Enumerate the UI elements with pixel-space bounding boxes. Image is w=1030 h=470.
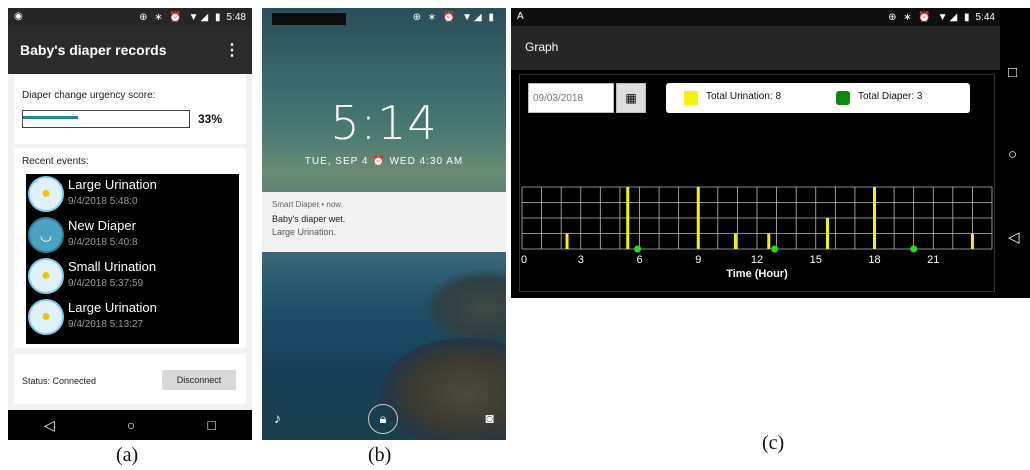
event-title: New Diaper [68, 218, 136, 233]
phone-c-graph-screen: A ⊕ ∗ ⏰ ▼◢ ▮ 5:44 Graph 09/03/2018 ▦ Tot… [511, 8, 1030, 298]
side-nav-bar: □ ○ ◁ [1000, 8, 1030, 298]
lock-date: TUE, SEP 4 ⏰ WED 4:30 AM [304, 156, 464, 167]
event-title: Large Urination [68, 177, 157, 192]
event-time: 9/4/2018 5:37:59 [68, 278, 144, 289]
urination-icon: ● [28, 299, 64, 335]
x-tick-label: 18 [868, 254, 880, 266]
recent-events-label: Recent events: [22, 156, 89, 167]
status-icons: ⊕ ∗ ⏰ ▼◢ ▮ [888, 11, 972, 23]
diaper-legend-label: Total Diaper: 3 [858, 91, 923, 102]
status-icons: ⊕ ∗ ⏰ ▼◢ ▮ [139, 11, 223, 23]
app-bar: Baby's diaper records ⋮ [8, 26, 252, 74]
caption-c: (c) [762, 432, 785, 454]
event-time: 9/4/2018 5:13:27 [68, 319, 144, 330]
screen-title: Graph [525, 40, 559, 54]
mic-icon[interactable]: ♪ [274, 410, 281, 426]
urination-bar [565, 233, 569, 249]
wallpaper-island [422, 268, 506, 348]
app-title: Baby's diaper records [20, 42, 167, 58]
urgency-progress-bar [22, 110, 190, 128]
urination-icon: ● [28, 258, 64, 294]
legend: Total Urination: 8 Total Diaper: 3 [666, 83, 970, 113]
urination-bar [733, 233, 737, 249]
x-tick-label: 15 [810, 254, 822, 266]
urination-bar [626, 187, 630, 249]
x-tick-label: 3 [578, 254, 584, 266]
diaper-point [771, 245, 779, 253]
app-bar: Graph [511, 26, 1001, 70]
phone-b-lockscreen: ⊕ ∗ ⏰ ▼◢ ▮ 5:14 TUE, SEP 4 ⏰ WED 4:30 AM… [262, 8, 506, 440]
urination-bar [970, 233, 974, 249]
urgency-card: Diaper change urgency score: 33% [14, 74, 246, 144]
back-icon[interactable]: ◁ [44, 417, 55, 434]
status-bar: ⊕ ∗ ⏰ ▼◢ ▮ [262, 8, 506, 26]
list-item[interactable]: ● Small Urination 9/4/2018 5:37:59 [28, 256, 238, 296]
phone-a-screen: ◉ ⊕ ∗ ⏰ ▼◢ ▮ 5:48 Baby's diaper records … [8, 8, 252, 440]
status-bar: ◉ ⊕ ∗ ⏰ ▼◢ ▮ 5:48 [8, 8, 252, 26]
x-tick-label: 6 [636, 254, 642, 266]
diaper-icon: ◡ [28, 217, 64, 253]
x-axis-label: Time (Hour) [726, 268, 788, 280]
lock-bottom-bar: ♪ 🔒︎ ◙ [262, 404, 506, 434]
list-item[interactable]: ◡ New Diaper 9/4/2018 5:40:8 [28, 215, 238, 255]
event-time: 9/4/2018 5:48:0 [68, 196, 138, 207]
caption-b: (b) [368, 444, 392, 466]
x-tick-label: 21 [927, 254, 939, 266]
status-bar: A ⊕ ∗ ⏰ ▼◢ ▮ 5:44 [511, 8, 1001, 26]
graph-panel: 09/03/2018 ▦ Total Urination: 8 Total Di… [519, 74, 995, 292]
nav-bar: ◁ ○ □ [8, 410, 252, 440]
recent-apps-icon[interactable]: □ [207, 417, 215, 433]
urination-bar [696, 187, 700, 249]
notification-icon: ◉ [14, 11, 23, 22]
urgency-progress-fill [23, 116, 78, 119]
connection-status: Status: Connected [22, 376, 97, 386]
list-item[interactable]: ● Large Urination 9/4/2018 5:13:27 [28, 297, 238, 337]
lock-icon[interactable]: 🔒︎ [368, 404, 398, 434]
camera-icon[interactable]: ◙ [486, 410, 494, 426]
diaper-point [634, 245, 642, 253]
events-list[interactable]: ● Large Urination 9/4/2018 5:48:0 ◡ New … [26, 174, 239, 344]
hourly-chart: 0 3 6 9 12 15 18 21 Time (Hour) [521, 186, 993, 280]
back-icon[interactable]: ◁ [1008, 228, 1020, 246]
x-tick-label: 9 [695, 254, 701, 266]
urination-legend-swatch [684, 91, 698, 105]
event-title: Large Urination [68, 300, 157, 315]
notification-title: Baby's diaper wet. [272, 214, 346, 224]
status-time: 5:48 [226, 11, 246, 23]
x-tick-label: 0 [521, 254, 527, 266]
diaper-point [910, 245, 918, 253]
urination-bar [873, 187, 876, 249]
list-item[interactable]: ● Large Urination 9/4/2018 5:48:0 [28, 174, 238, 214]
notification-card[interactable]: Smart Diaper • now Baby's diaper wet. La… [262, 192, 506, 252]
status-time: 5:44 [975, 11, 995, 23]
urination-legend-label: Total Urination: 8 [706, 91, 782, 102]
diaper-legend-swatch [836, 91, 850, 105]
urination-bar [767, 233, 771, 249]
calendar-icon[interactable]: ▦ [616, 83, 646, 113]
urination-bar [826, 218, 829, 249]
recent-apps-icon[interactable]: □ [1008, 64, 1017, 81]
urgency-label: Diaper change urgency score: [22, 90, 156, 101]
event-title: Small Urination [68, 259, 157, 274]
disconnect-button[interactable]: Disconnect [162, 370, 236, 390]
notification-body: Large Urination. [272, 227, 337, 237]
lock-clock: 5:14 [330, 96, 438, 150]
home-icon[interactable]: ○ [127, 417, 135, 433]
overflow-menu-icon[interactable]: ⋮ [224, 40, 240, 60]
urgency-percent: 33% [198, 112, 223, 126]
x-tick-label: 12 [751, 254, 763, 266]
caption-a: (a) [116, 444, 139, 466]
urination-icon: ● [28, 176, 64, 212]
event-time: 9/4/2018 5:40:8 [68, 237, 138, 248]
date-input[interactable]: 09/03/2018 [528, 83, 614, 113]
status-left: A [517, 11, 524, 22]
notification-app: Smart Diaper • now [272, 200, 342, 209]
home-icon[interactable]: ○ [1008, 146, 1017, 163]
recent-events-card: Recent events: ● Large Urination 9/4/201… [14, 148, 246, 348]
status-icons: ⊕ ∗ ⏰ ▼◢ ▮ [412, 11, 496, 23]
status-card: Status: Connected Disconnect [14, 354, 246, 404]
